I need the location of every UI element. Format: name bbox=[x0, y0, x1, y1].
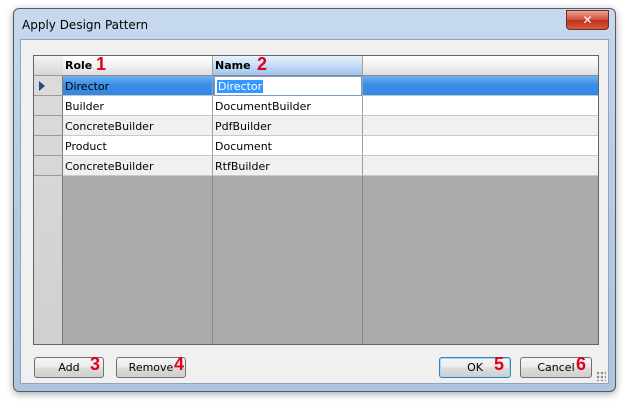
cell-name[interactable]: RtfBuilder bbox=[213, 156, 363, 176]
column-divider bbox=[63, 176, 213, 344]
cell-role[interactable]: Director bbox=[63, 76, 213, 96]
ok-button-label: OK bbox=[467, 361, 483, 374]
column-header-role[interactable]: Role bbox=[63, 56, 213, 76]
row-header-2[interactable] bbox=[34, 96, 63, 116]
cell-name[interactable]: PdfBuilder bbox=[213, 116, 363, 136]
cell-role[interactable]: Builder bbox=[63, 96, 213, 116]
edit-selected-text: Director bbox=[217, 80, 264, 93]
cell-role[interactable]: ConcreteBuilder bbox=[63, 116, 213, 136]
callout-badge-1: 1 bbox=[96, 54, 107, 74]
close-icon: ✕ bbox=[582, 13, 593, 27]
callout-badge-5: 5 bbox=[494, 354, 505, 374]
cell-role[interactable]: Product bbox=[63, 136, 213, 156]
cell-name[interactable]: DocumentBuilder bbox=[213, 96, 363, 116]
cell-filler bbox=[363, 76, 598, 96]
resize-grip-icon[interactable] bbox=[596, 371, 606, 381]
remove-button-label: Remove bbox=[128, 361, 174, 374]
column-header-label: Role bbox=[65, 59, 93, 72]
close-button[interactable]: ✕ bbox=[566, 10, 609, 30]
callout-badge-3: 3 bbox=[90, 354, 101, 374]
column-divider bbox=[213, 176, 363, 344]
cell-filler bbox=[363, 156, 598, 176]
cancel-button-label: Cancel bbox=[537, 361, 575, 374]
cell-filler bbox=[363, 136, 598, 156]
cell-filler bbox=[363, 96, 598, 116]
row-header-3[interactable] bbox=[34, 116, 63, 136]
callout-badge-6: 6 bbox=[576, 354, 587, 374]
column-header-filler bbox=[363, 56, 598, 76]
corner-header bbox=[34, 56, 63, 76]
column-header-label: Name bbox=[215, 59, 251, 72]
dialog-window: Apply Design Pattern ✕ Role Name 1 2 Dir… bbox=[13, 8, 616, 392]
current-row-arrow-icon bbox=[39, 81, 45, 91]
pattern-grid[interactable]: Role Name 1 2 Director Director Builder … bbox=[33, 54, 599, 345]
row-header-4[interactable] bbox=[34, 136, 63, 156]
row-header-column bbox=[34, 56, 63, 344]
add-button-label: Add bbox=[58, 361, 80, 374]
column-header-name[interactable]: Name bbox=[213, 56, 363, 76]
callout-badge-4: 4 bbox=[174, 354, 185, 374]
row-header-5[interactable] bbox=[34, 156, 63, 176]
cell-filler bbox=[363, 116, 598, 136]
dialog-client-area: Role Name 1 2 Director Director Builder … bbox=[20, 39, 609, 384]
name-edit-field[interactable]: Director bbox=[214, 76, 362, 96]
row-header-1[interactable] bbox=[34, 76, 63, 96]
callout-badge-2: 2 bbox=[257, 54, 268, 74]
window-title: Apply Design Pattern bbox=[22, 18, 149, 32]
cell-role[interactable]: ConcreteBuilder bbox=[63, 156, 213, 176]
cell-name[interactable]: Document bbox=[213, 136, 363, 156]
